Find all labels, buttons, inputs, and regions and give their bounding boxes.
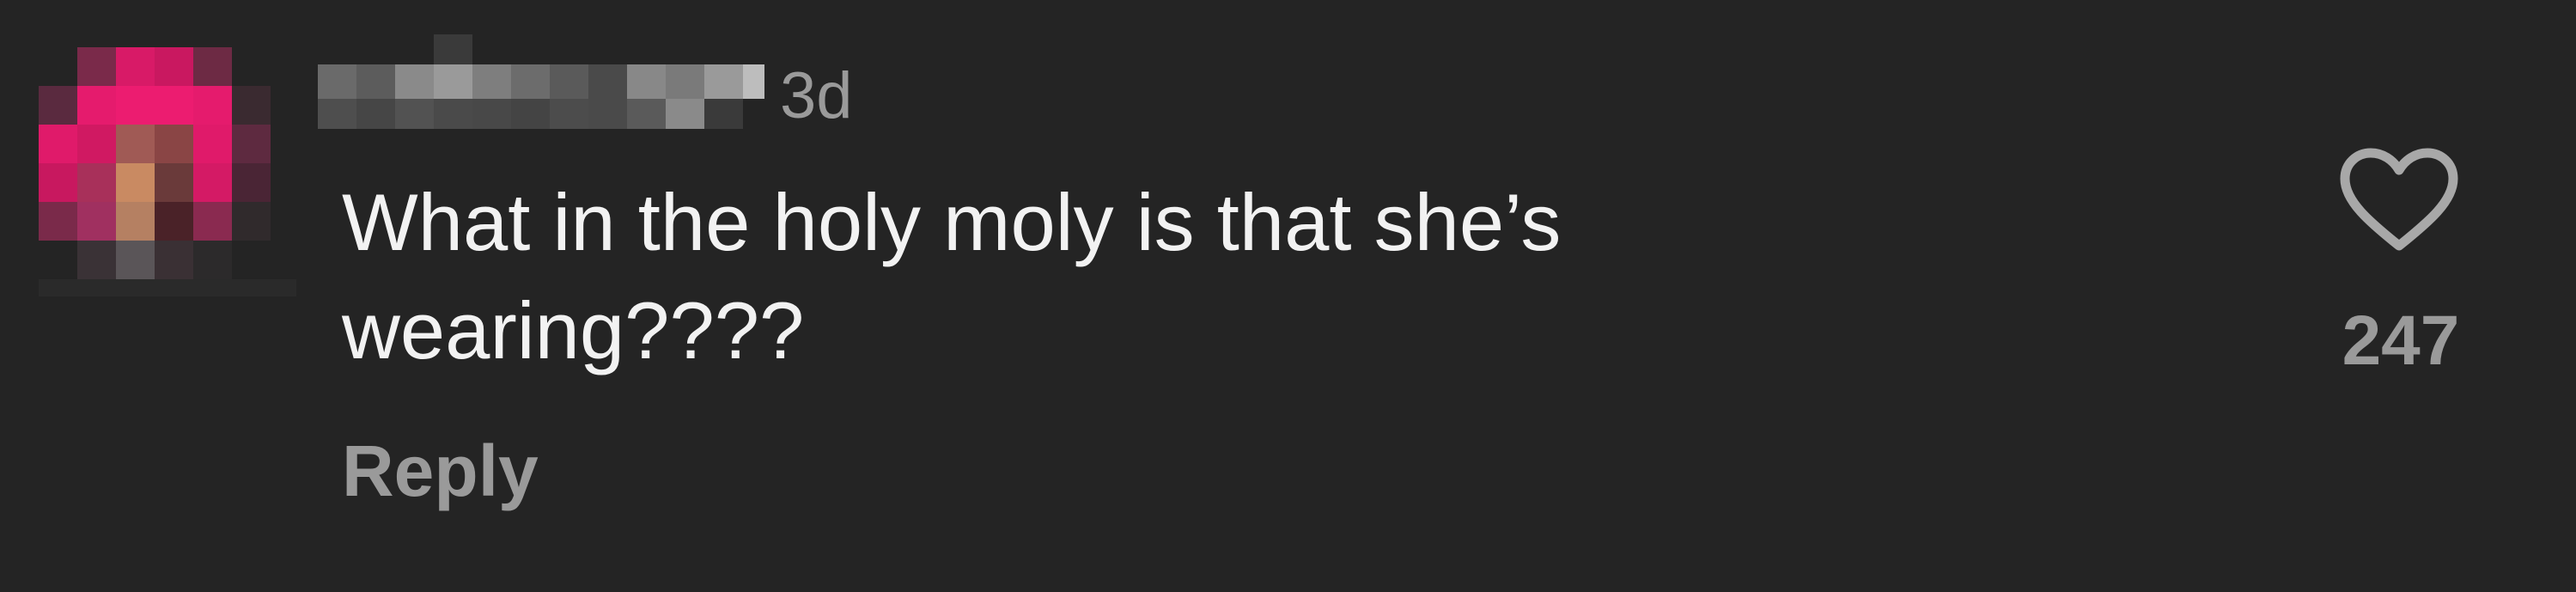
avatar[interactable] [34,47,309,305]
pixelated-username-image [318,34,764,129]
like-button[interactable] [2335,144,2463,256]
comment-body: What in the holy moly is that she’s wear… [342,177,1562,375]
comment-timestamp: 3d [780,59,853,132]
pixelated-avatar-image [39,47,296,296]
reply-button[interactable]: Reply [342,430,539,512]
heart-icon [2340,148,2458,251]
username-pixelated[interactable] [318,34,769,146]
comment-row: 3d What in the holy moly is that she’s w… [0,0,2576,592]
like-count: 247 [2342,302,2460,380]
